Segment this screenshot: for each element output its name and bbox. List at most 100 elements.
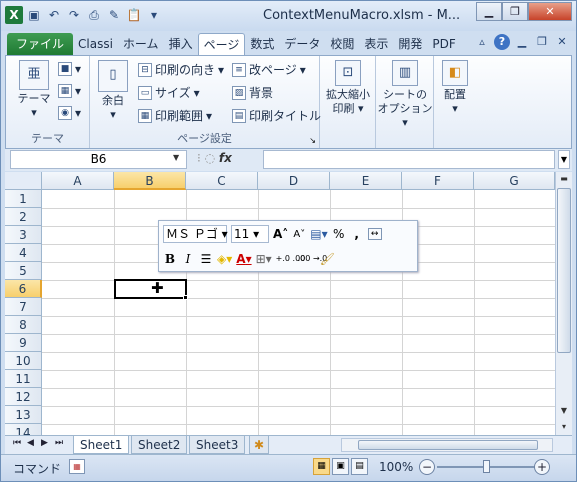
column-header[interactable]: F [402,172,474,190]
zoom-level[interactable]: 100% [379,460,413,474]
merge-center-icon[interactable]: ↔ [367,228,382,240]
scroll-down-icon[interactable]: ▼ [557,404,571,418]
row-header[interactable]: 7 [5,298,42,316]
sheet-tab-sheet3[interactable]: Sheet3 [189,436,246,454]
column-header[interactable]: C [186,172,258,190]
print-icon[interactable]: ⎙ [85,6,103,24]
row-header[interactable]: 2 [5,208,42,226]
grow-font-button[interactable]: A˄ [273,227,288,241]
name-box-dropdown-icon[interactable]: ▼ [173,153,179,162]
shrink-font-button[interactable]: A˅ [292,229,306,240]
page-layout-view-icon[interactable]: ▣ [332,458,349,475]
theme-fonts-button[interactable]: ▦ ▾ [58,84,81,98]
tab-home[interactable]: ホーム [118,33,164,55]
column-header[interactable]: E [330,172,402,190]
name-box[interactable]: B6 [10,150,187,169]
doc-minimize-icon[interactable]: ▁ [514,34,530,50]
scroll-bottom-icon[interactable]: ▾ [557,420,571,434]
breaks-button[interactable]: ≡ 改ページ ▾ [232,61,306,78]
draw-icon[interactable]: ✎ [105,6,123,24]
undo-icon[interactable]: ↶ [45,6,63,24]
font-name-combo[interactable]: ＭＳ Ｐゴ ▾ [163,225,228,243]
first-sheet-icon[interactable]: ⏮ [13,438,21,448]
horizontal-scroll-thumb[interactable] [358,440,538,450]
insert-function-button[interactable]: ⁝ ◌ fx [197,151,257,168]
column-header-selected[interactable]: B [114,172,186,190]
row-header[interactable]: 9 [5,334,42,352]
tab-page-layout[interactable]: ページ [197,33,246,55]
ribbon-minimize-icon[interactable]: ▵ [474,34,490,50]
italic-button[interactable]: I [181,252,195,266]
page-break-view-icon[interactable]: ▤ [351,458,368,475]
format-painter-icon[interactable]: 🖌 [320,252,335,266]
zoom-in-button[interactable]: + [534,459,550,475]
scale-to-fit-button[interactable]: ⊡ 拡大縮小 印刷 ▾ [322,60,374,116]
tab-classic[interactable]: Classi [73,33,118,55]
percent-style-button[interactable]: % [332,227,346,241]
more-icon[interactable]: ▾ [145,6,163,24]
sheet-tab-sheet2[interactable]: Sheet2 [131,436,188,454]
font-size-combo[interactable]: 11 ▾ [231,225,269,243]
paste-icon[interactable]: 📋 [125,6,143,24]
row-header[interactable]: 4 [5,244,42,262]
expand-formula-icon[interactable]: ▼ [558,150,570,169]
next-sheet-icon[interactable]: ▶ [41,438,48,448]
row-header[interactable]: 12 [5,388,42,406]
background-button[interactable]: ▨ 背景 [232,84,273,101]
orientation-button[interactable]: ⊟ 印刷の向き ▾ [138,61,224,78]
borders-icon[interactable]: ⊞▾ [256,252,272,266]
zoom-slider-knob[interactable] [483,460,490,473]
tab-file[interactable]: ファイル [7,33,74,55]
row-header-selected[interactable]: 6 [5,280,42,298]
comma-style-button[interactable]: , [350,227,364,241]
close-button[interactable]: ✕ [528,2,572,21]
worksheet-grid[interactable]: A B C D E F G 1 2 3 4 5 6 7 8 9 10 11 12… [5,172,555,435]
tab-view[interactable]: 表示 [359,33,393,55]
select-all-button[interactable] [5,172,42,190]
print-area-button[interactable]: ▦ 印刷範囲 ▾ [138,107,212,124]
arrange-button[interactable]: ◧ 配置 ▾ [438,60,472,116]
tab-insert[interactable]: 挿入 [164,33,198,55]
horizontal-scrollbar[interactable] [341,438,553,452]
size-button[interactable]: ▭ サイズ ▾ [138,84,200,101]
row-header[interactable]: 14 [5,424,42,435]
sheet-tab-sheet1[interactable]: Sheet1 [73,436,130,454]
insert-sheet-icon[interactable]: ✱ [249,436,270,454]
excel-icon[interactable]: X [5,6,23,24]
theme-colors-button[interactable]: ■ ▾ [58,62,81,76]
row-header[interactable]: 3 [5,226,42,244]
tab-review[interactable]: 校閲 [325,33,359,55]
normal-view-icon[interactable]: ▦ [313,458,330,475]
themes-button[interactable]: 亜 テーマ ▾ [14,60,54,120]
help-icon[interactable]: ? [494,34,510,50]
redo-icon[interactable]: ↷ [65,6,83,24]
font-color-button[interactable]: A▾ [236,252,251,266]
doc-restore-icon[interactable]: ❐ [534,34,550,50]
tab-developer[interactable]: 開発 [393,33,427,55]
tab-formulas[interactable]: 数式 [245,33,279,55]
row-header[interactable]: 13 [5,406,42,424]
print-titles-button[interactable]: ▤ 印刷タイトル [232,107,321,124]
vertical-scroll-thumb[interactable] [557,188,571,353]
formula-input[interactable] [263,150,555,169]
row-header[interactable]: 11 [5,370,42,388]
sheet-options-button[interactable]: ▥ シートの オプション▾ [376,60,434,130]
margins-button[interactable]: ▯ 余白 ▾ [96,60,130,122]
row-header[interactable]: 8 [5,316,42,334]
row-header[interactable]: 10 [5,352,42,370]
tab-data[interactable]: データ [279,33,325,55]
tab-pdf[interactable]: PDF [427,33,460,55]
dialog-launcher-icon[interactable]: ↘ [309,136,316,145]
macro-record-icon[interactable]: ▦ [69,459,85,474]
zoom-out-button[interactable]: − [419,459,435,475]
column-header[interactable]: G [474,172,555,190]
decrease-decimal-button[interactable]: .00 →.0 [298,255,328,263]
minimize-button[interactable]: ▁ [476,2,502,21]
accounting-format-icon[interactable]: ▤▾ [310,227,327,241]
save-icon[interactable]: ▣ [25,6,43,24]
fill-color-icon[interactable]: ◈▾ [217,252,232,266]
last-sheet-icon[interactable]: ⏭ [55,438,63,448]
fill-handle[interactable] [183,295,188,300]
column-header[interactable]: D [258,172,330,190]
bold-button[interactable]: B [163,252,177,266]
